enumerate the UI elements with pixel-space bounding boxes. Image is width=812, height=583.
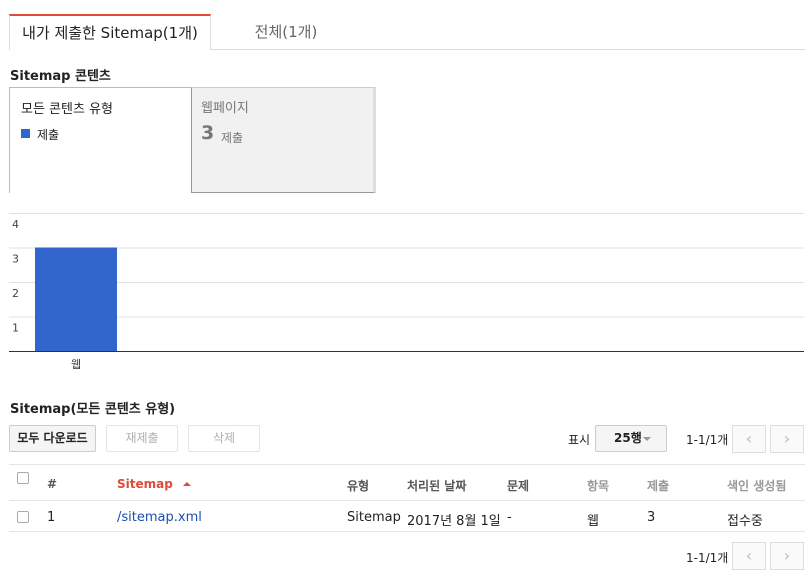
header-indexed: 색인 생성됨 [727,479,787,493]
header-item: 항목 [587,479,610,493]
table-top-divider [9,464,805,465]
header-sitemap[interactable]: Sitemap [117,477,192,491]
header-type[interactable]: 유형 [347,477,369,494]
header-submitted: 제출 [647,479,670,493]
tab-my-sitemaps[interactable]: 내가 제출한 Sitemap(1개) [9,14,211,50]
row-num: 1 [47,510,56,525]
next-page-button[interactable]: › [770,425,804,453]
caret-down-icon [643,437,651,441]
row-item: 웹 [587,514,599,529]
bar-chart-svg: 1 2 3 4 웹 [9,213,804,371]
legend-swatch [21,129,30,138]
tab-all[interactable]: 전체(1개) [211,14,361,50]
content-type-box-web[interactable]: 웹페이지 3 제출 [191,87,376,193]
box-web-count: 3 [201,122,215,144]
row-issues: - [507,510,512,525]
chevron-right-icon: › [783,546,791,565]
sort-ascending-icon [183,482,192,486]
row-submitted: 3 [647,510,656,525]
y-tick-label: 2 [12,287,19,300]
prev-page-button[interactable]: ‹ [732,425,766,453]
download-all-button[interactable]: 모두 다운로드 [9,425,96,452]
footer-next-page-button[interactable]: › [770,542,804,570]
chevron-left-icon: ‹ [745,429,753,448]
header-num: # [47,477,58,491]
show-label: 표시 [568,433,591,447]
header-issues[interactable]: 문제 [507,477,529,494]
chevron-left-icon: ‹ [745,546,753,565]
x-category-label: 웹 [71,358,81,371]
section-title-table: Sitemap(모든 콘텐츠 유형) [10,402,176,417]
footer-page-range-text: 1-1/1개 [686,551,729,565]
rows-per-page-value: 25행 [614,431,642,445]
y-tick-label: 4 [12,218,19,231]
box-web-count-label: 제출 [221,131,244,145]
y-tick-label: 3 [12,253,19,266]
table-header-divider [9,500,805,501]
resubmit-button[interactable]: 재제출 [106,425,178,452]
rows-per-page-select[interactable]: 25행 [595,425,667,452]
bar[interactable] [35,247,117,352]
tab-divider [211,49,805,50]
row-checkbox[interactable] [17,511,29,523]
box-web-title: 웹페이지 [201,101,249,116]
header-sitemap-label: Sitemap [117,477,173,491]
row-indexed: 접수중 [727,514,763,529]
section-title-content: Sitemap 콘텐츠 [10,69,111,84]
chevron-right-icon: › [783,429,791,448]
sitemap-link[interactable]: /sitemap.xml [117,510,202,525]
content-type-box-all[interactable]: 모든 콘텐츠 유형 제출 [9,87,191,193]
bar-chart: 1 2 3 4 웹 [0,205,812,375]
table-bottom-divider [9,531,805,532]
delete-button[interactable]: 삭제 [188,425,260,452]
select-all-checkbox[interactable] [17,472,29,484]
page-range-text: 1-1/1개 [686,433,729,447]
y-tick-label: 1 [12,322,19,335]
row-type: Sitemap [347,510,401,525]
footer-prev-page-button[interactable]: ‹ [732,542,766,570]
header-processed-date[interactable]: 처리된 날짜 [407,477,466,494]
row-date: 2017년 8월 1일 [407,514,501,529]
legend-label: 제출 [37,128,60,142]
box-all-title: 모든 콘텐츠 유형 [21,102,113,117]
